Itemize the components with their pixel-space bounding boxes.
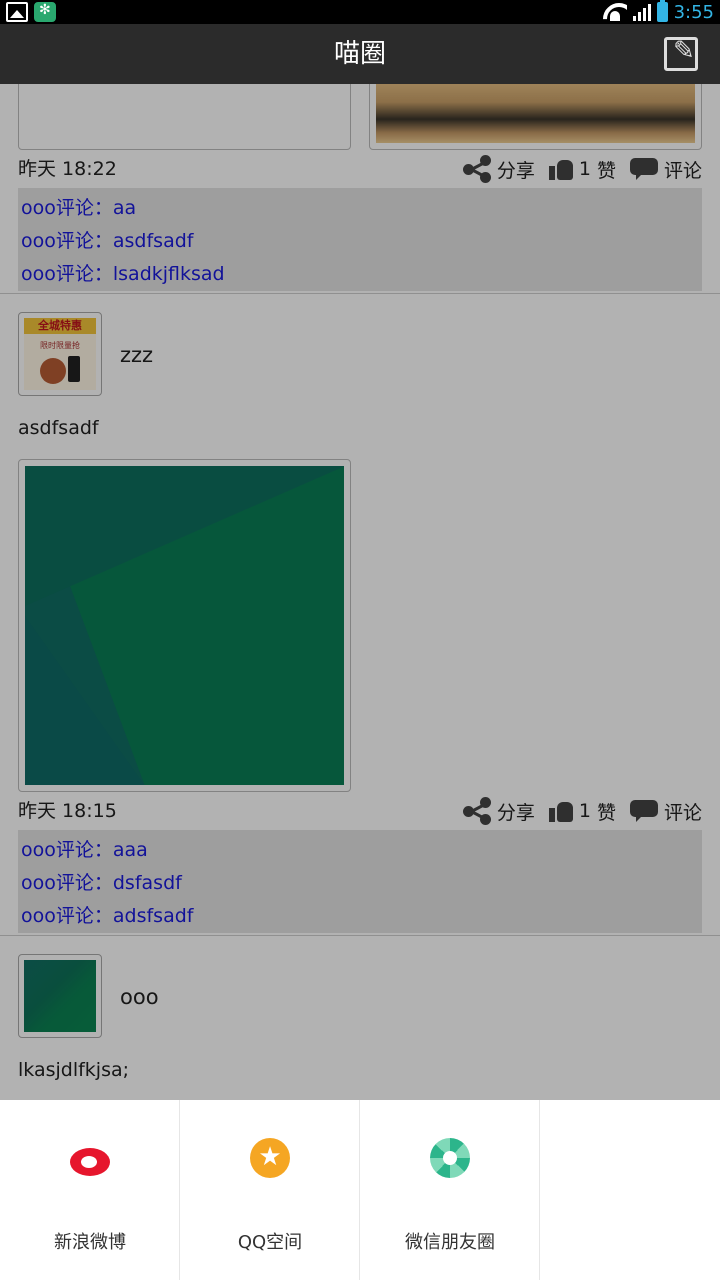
share-sheet: 新浪微博 QQ空间 微信朋友圈 bbox=[0, 1100, 720, 1280]
share-moments-button[interactable]: 微信朋友圈 bbox=[360, 1100, 540, 1280]
signal-icon bbox=[632, 3, 651, 21]
share-option-label: 新浪微博 bbox=[54, 1232, 126, 1253]
page-title: 喵圈 bbox=[333, 39, 386, 69]
qzone-icon bbox=[250, 1138, 290, 1178]
compose-button[interactable] bbox=[664, 36, 698, 71]
gallery-notification-icon bbox=[6, 2, 28, 22]
share-weibo-button[interactable]: 新浪微博 bbox=[0, 1100, 180, 1280]
share-option-label: QQ空间 bbox=[237, 1232, 303, 1253]
wifi-icon bbox=[603, 3, 627, 21]
moments-icon bbox=[430, 1138, 470, 1178]
title-bar: 喵圈 bbox=[0, 24, 720, 84]
share-qzone-button[interactable]: QQ空间 bbox=[180, 1100, 360, 1280]
app-notification-icon bbox=[34, 2, 56, 22]
modal-backdrop[interactable] bbox=[0, 84, 720, 1100]
battery-icon bbox=[656, 0, 668, 22]
share-empty-slot bbox=[540, 1100, 720, 1280]
status-time: 3:55 bbox=[673, 1, 714, 23]
status-bar: 3:55 bbox=[0, 0, 720, 24]
weibo-icon bbox=[70, 1138, 110, 1178]
share-option-label: 微信朋友圈 bbox=[405, 1232, 495, 1253]
